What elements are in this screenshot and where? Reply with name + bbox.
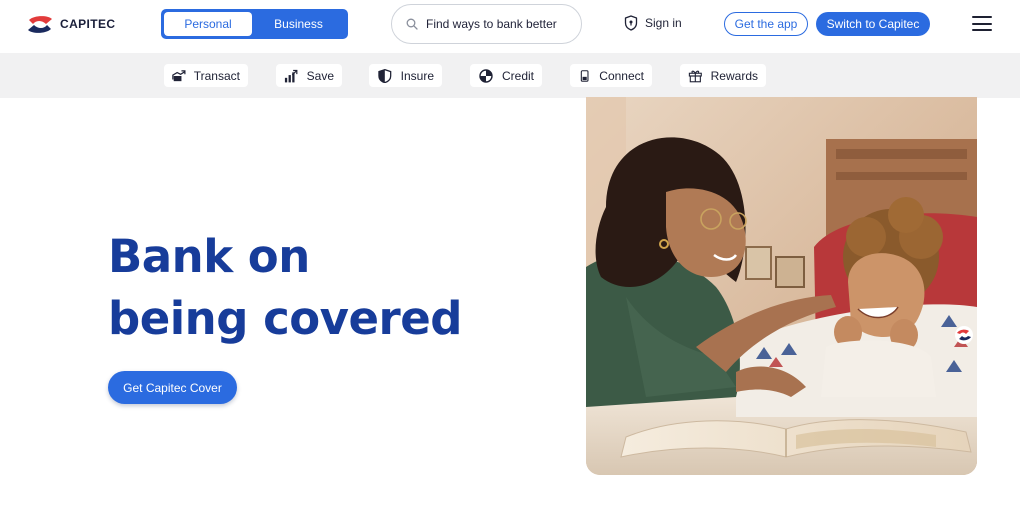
product-nav: Transact Save Insure Credit Connect Rewa… (0, 53, 1020, 98)
sign-in-link[interactable]: Sign in (624, 15, 682, 31)
nav-transact[interactable]: Transact (164, 64, 248, 87)
get-the-app-button[interactable]: Get the app (724, 12, 808, 36)
nav-label-credit: Credit (501, 68, 534, 83)
capitec-logo-icon (28, 15, 52, 33)
search-placeholder: Find ways to bank better (426, 17, 557, 31)
personal-business-toggle: Personal Business (161, 9, 348, 39)
switch-to-capitec-button[interactable]: Switch to Capitec (816, 12, 930, 36)
capitec-logo[interactable]: CAPITEC (26, 15, 115, 33)
get-capitec-cover-button[interactable]: Get Capitec Cover (108, 371, 237, 404)
nav-rewards[interactable]: Rewards (680, 64, 766, 87)
transact-icon (172, 69, 186, 81)
connect-icon (580, 69, 589, 82)
nav-label-insure: Insure (400, 68, 434, 83)
hero-headline-line-1: Bank on (108, 230, 310, 283)
nav-label-transact: Transact (193, 68, 240, 83)
nav-insure[interactable]: Insure (369, 64, 442, 87)
hero-headline-line-2: being covered (108, 292, 462, 345)
sign-in-label: Sign in (645, 16, 682, 30)
hero-photo-mother-and-child-reading (586, 97, 977, 475)
search-input[interactable]: Find ways to bank better (391, 4, 582, 44)
nav-label-save: Save (306, 68, 334, 83)
search-icon (406, 18, 418, 30)
menu-icon[interactable] (972, 16, 992, 31)
nav-save[interactable]: Save (276, 64, 342, 87)
rewards-icon (688, 70, 702, 82)
save-icon (284, 69, 298, 82)
insure-icon (378, 68, 392, 83)
nav-label-rewards: Rewards (710, 68, 758, 83)
logo-text: CAPITEC (60, 17, 116, 31)
nav-credit[interactable]: Credit (470, 64, 542, 87)
nav-label-connect: Connect (599, 68, 644, 83)
credit-icon (479, 68, 493, 83)
nav-connect[interactable]: Connect (570, 64, 652, 87)
site-header: CAPITEC Personal Business Find ways to b… (0, 0, 1020, 53)
hero-headline: Bank on being covered (108, 226, 508, 350)
shield-keyhole-icon (624, 15, 638, 31)
business-tab[interactable]: Business (252, 12, 345, 36)
personal-tab[interactable]: Personal (164, 12, 252, 36)
